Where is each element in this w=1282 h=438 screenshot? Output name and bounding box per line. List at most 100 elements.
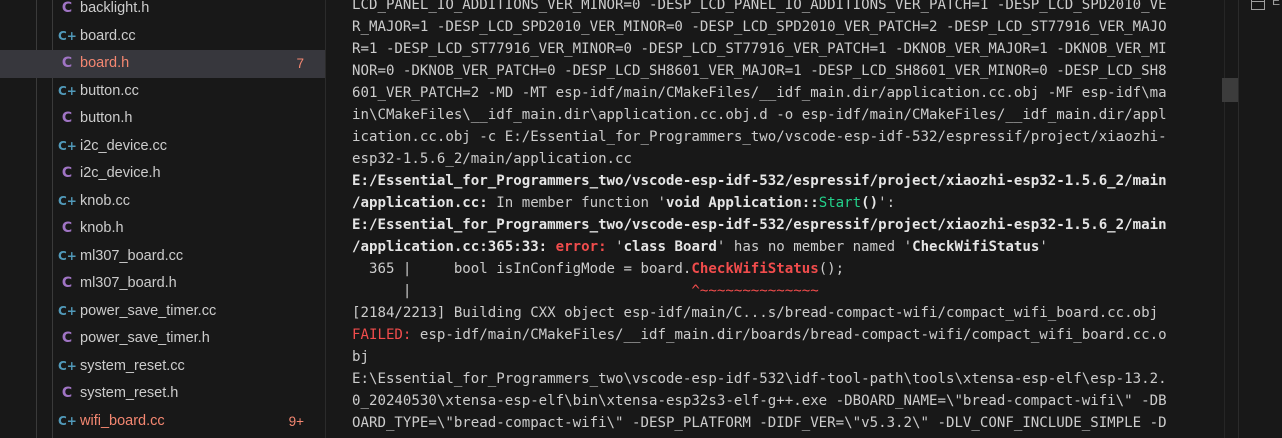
- terminal-line: LCD_PANEL_IO_ADDITIONS_VER_MINOR=0 -DESP…: [352, 0, 1167, 16]
- terminal-text: OARD_TYPE=\"bread-compact-wifi\" -DESP_P…: [352, 415, 1167, 431]
- terminal-text: [2184/2213] Building CXX object esp-idf/…: [352, 305, 1159, 321]
- terminal-text: 601_VER_PATCH=2 -MD -MT esp-idf/main/CMa…: [352, 85, 1167, 101]
- terminal-text: Start: [818, 195, 862, 211]
- terminal-line: /application.cc:365:33: error: 'class Bo…: [352, 236, 1167, 258]
- file-label: ml307_board.h: [80, 275, 177, 291]
- explorer-file-tree: Cbacklight.h C+ board.cc Cboard.h 7 C+ button.…: [0, 0, 326, 438]
- file-item[interactable]: Cboard.h 7: [0, 50, 325, 78]
- terminal-text: esp32-1.5.6_2/main/application.cc: [352, 151, 633, 167]
- terminal-panel-icon[interactable]: [1250, 0, 1266, 12]
- file-label: board.h: [80, 55, 130, 71]
- terminal-line: E:\Essential_for_Programmers_two\vscode-…: [352, 368, 1167, 390]
- terminal-text: FAILED:: [352, 327, 412, 343]
- file-label: power_save_timer.h: [80, 330, 210, 346]
- file-item[interactable]: C+ board.cc: [0, 23, 325, 51]
- terminal-text: LCD_PANEL_IO_ADDITIONS_VER_MINOR=0 -DESP…: [352, 0, 1167, 13]
- terminal-text: (): [861, 195, 879, 211]
- terminal-text: 0_20240530\xtensa-esp-elf\bin\xtensa-esp…: [352, 393, 1167, 409]
- terminal-line: 601_VER_PATCH=2 -MD -MT esp-idf/main/CMa…: [352, 82, 1167, 104]
- file-label: wifi_board.cc: [80, 412, 165, 429]
- cpp-source-icon: C+: [58, 413, 77, 428]
- terminal-text: CheckWifiStatus: [912, 239, 1040, 255]
- terminal-text: esp-idf/main/CMakeFiles/__idf_main.dir/b…: [411, 327, 1167, 343]
- terminal-text: /application.cc:: [352, 195, 488, 211]
- file-item[interactable]: C+ button.cc: [0, 78, 325, 106]
- terminal-text: error:: [555, 239, 616, 255]
- terminal-text: void Application::: [665, 195, 819, 211]
- file-label: i2c_device.cc: [80, 137, 168, 154]
- terminal-panel[interactable]: LCD_PANEL_IO_ADDITIONS_VER_MINOR=0 -DESP…: [326, 0, 1224, 438]
- terminal-text: ^~~~~~~~~~~~~~~: [691, 283, 819, 299]
- cpp-source-icon: C+: [58, 193, 77, 208]
- file-item[interactable]: Cbutton.h: [0, 105, 325, 133]
- cpp-source-icon: C+: [58, 248, 77, 263]
- file-label: button.h: [80, 110, 133, 126]
- terminal-line: E:/Essential_for_Programmers_two/vscode-…: [352, 170, 1167, 192]
- panel-label: E: [1272, 0, 1281, 8]
- file-item[interactable]: C+ power_save_timer.cc: [0, 298, 325, 326]
- terminal-line: 0_20240530\xtensa-esp-elf\bin\xtensa-esp…: [352, 390, 1167, 412]
- terminal-line: OARD_TYPE=\"bread-compact-wifi\" -DESP_P…: [352, 412, 1167, 434]
- terminal-text: ': [1039, 239, 1048, 255]
- terminal-text: ication.cc.obj -c E:/Essential_for_Progr…: [352, 129, 1167, 145]
- file-item[interactable]: C+ wifi_board.cc 9+: [0, 408, 325, 436]
- file-item[interactable]: Cpower_save_timer.h: [0, 325, 325, 353]
- file-label: system_reset.h: [80, 385, 179, 401]
- c-header-icon: C: [61, 165, 73, 181]
- file-item[interactable]: Cknob.h: [0, 215, 325, 243]
- cpp-source-icon: C+: [58, 358, 77, 373]
- file-item[interactable]: C+ ml307_board.cc: [0, 243, 325, 271]
- file-item[interactable]: Csystem_reset.h: [0, 380, 325, 408]
- terminal-text: E:/Essential_for_Programmers_two/vscode-…: [352, 217, 1167, 233]
- terminal-line: in\CMakeFiles\__idf_main.dir\application…: [352, 104, 1167, 126]
- file-label: knob.cc: [80, 192, 130, 209]
- cpp-source-icon: C+: [58, 138, 77, 153]
- terminal-text: NOR=0 -DKNOB_VER_PATCH=0 -DESP_LCD_SH860…: [352, 63, 1167, 79]
- file-label: button.cc: [80, 82, 139, 99]
- terminal-scrollbar[interactable]: [1224, 0, 1238, 438]
- terminal-line: /application.cc: In member function 'voi…: [352, 192, 1167, 214]
- file-item[interactable]: Cbacklight.h: [0, 0, 325, 23]
- terminal-line: NOR=0 -DKNOB_VER_PATCH=0 -DESP_LCD_SH860…: [352, 60, 1167, 82]
- file-item[interactable]: C+ i2c_device.cc: [0, 133, 325, 161]
- c-header-icon: C: [61, 385, 73, 401]
- c-header-icon: C: [61, 55, 73, 71]
- terminal-text: 365 | bool isInConfigMode = board.: [352, 261, 692, 277]
- terminal-scroll-thumb[interactable]: [1222, 78, 1238, 102]
- terminal-text: ': [615, 239, 624, 255]
- terminal-line: E:/Essential_for_Programmers_two/vscode-…: [352, 214, 1167, 236]
- right-panel-strip: [1238, 0, 1282, 438]
- terminal-line: | ^~~~~~~~~~~~~~~: [352, 280, 1167, 302]
- terminal-line: R_MAJOR=1 -DESP_LCD_SPD2010_VER_MINOR=0 …: [352, 16, 1167, 38]
- terminal-line: 365 | bool isInConfigMode = board.CheckW…: [352, 258, 1167, 280]
- terminal-line: R=1 -DESP_LCD_ST77916_VER_MINOR=0 -DESP_…: [352, 38, 1167, 60]
- terminal-text: bj: [352, 349, 369, 365]
- file-label: system_reset.cc: [80, 357, 185, 374]
- file-item[interactable]: C+ system_reset.cc: [0, 353, 325, 381]
- problem-count-badge: 9+: [288, 413, 304, 429]
- terminal-text: ':: [878, 195, 896, 211]
- file-label: knob.h: [80, 220, 124, 236]
- terminal-line: bj: [352, 346, 1167, 368]
- c-header-icon: C: [61, 275, 73, 291]
- file-label: ml307_board.cc: [80, 247, 184, 264]
- terminal-output: LCD_PANEL_IO_ADDITIONS_VER_MINOR=0 -DESP…: [352, 0, 1167, 434]
- terminal-text: CheckWifiStatus: [691, 261, 819, 277]
- terminal-text: ();: [818, 261, 845, 277]
- cpp-source-icon: C+: [58, 83, 77, 98]
- terminal-text: R_MAJOR=1 -DESP_LCD_SPD2010_VER_MINOR=0 …: [352, 19, 1167, 35]
- file-item[interactable]: C+ knob.cc: [0, 188, 325, 216]
- file-item[interactable]: Ci2c_device.h: [0, 160, 325, 188]
- terminal-text: /application.cc:365:33:: [352, 239, 556, 255]
- terminal-line: ication.cc.obj -c E:/Essential_for_Progr…: [352, 126, 1167, 148]
- terminal-text: In member function ': [487, 195, 666, 211]
- c-header-icon: C: [61, 330, 73, 346]
- terminal-text: ' has no member named ': [716, 239, 913, 255]
- terminal-text: E:/Essential_for_Programmers_two/vscode-…: [352, 173, 1167, 189]
- terminal-text: class Board: [623, 239, 717, 255]
- file-label: board.cc: [80, 27, 136, 44]
- terminal-line: esp32-1.5.6_2/main/application.cc: [352, 148, 1167, 170]
- file-item[interactable]: Cml307_board.h: [0, 270, 325, 298]
- terminal-line: FAILED: esp-idf/main/CMakeFiles/__idf_ma…: [352, 324, 1167, 346]
- c-header-icon: C: [61, 110, 73, 126]
